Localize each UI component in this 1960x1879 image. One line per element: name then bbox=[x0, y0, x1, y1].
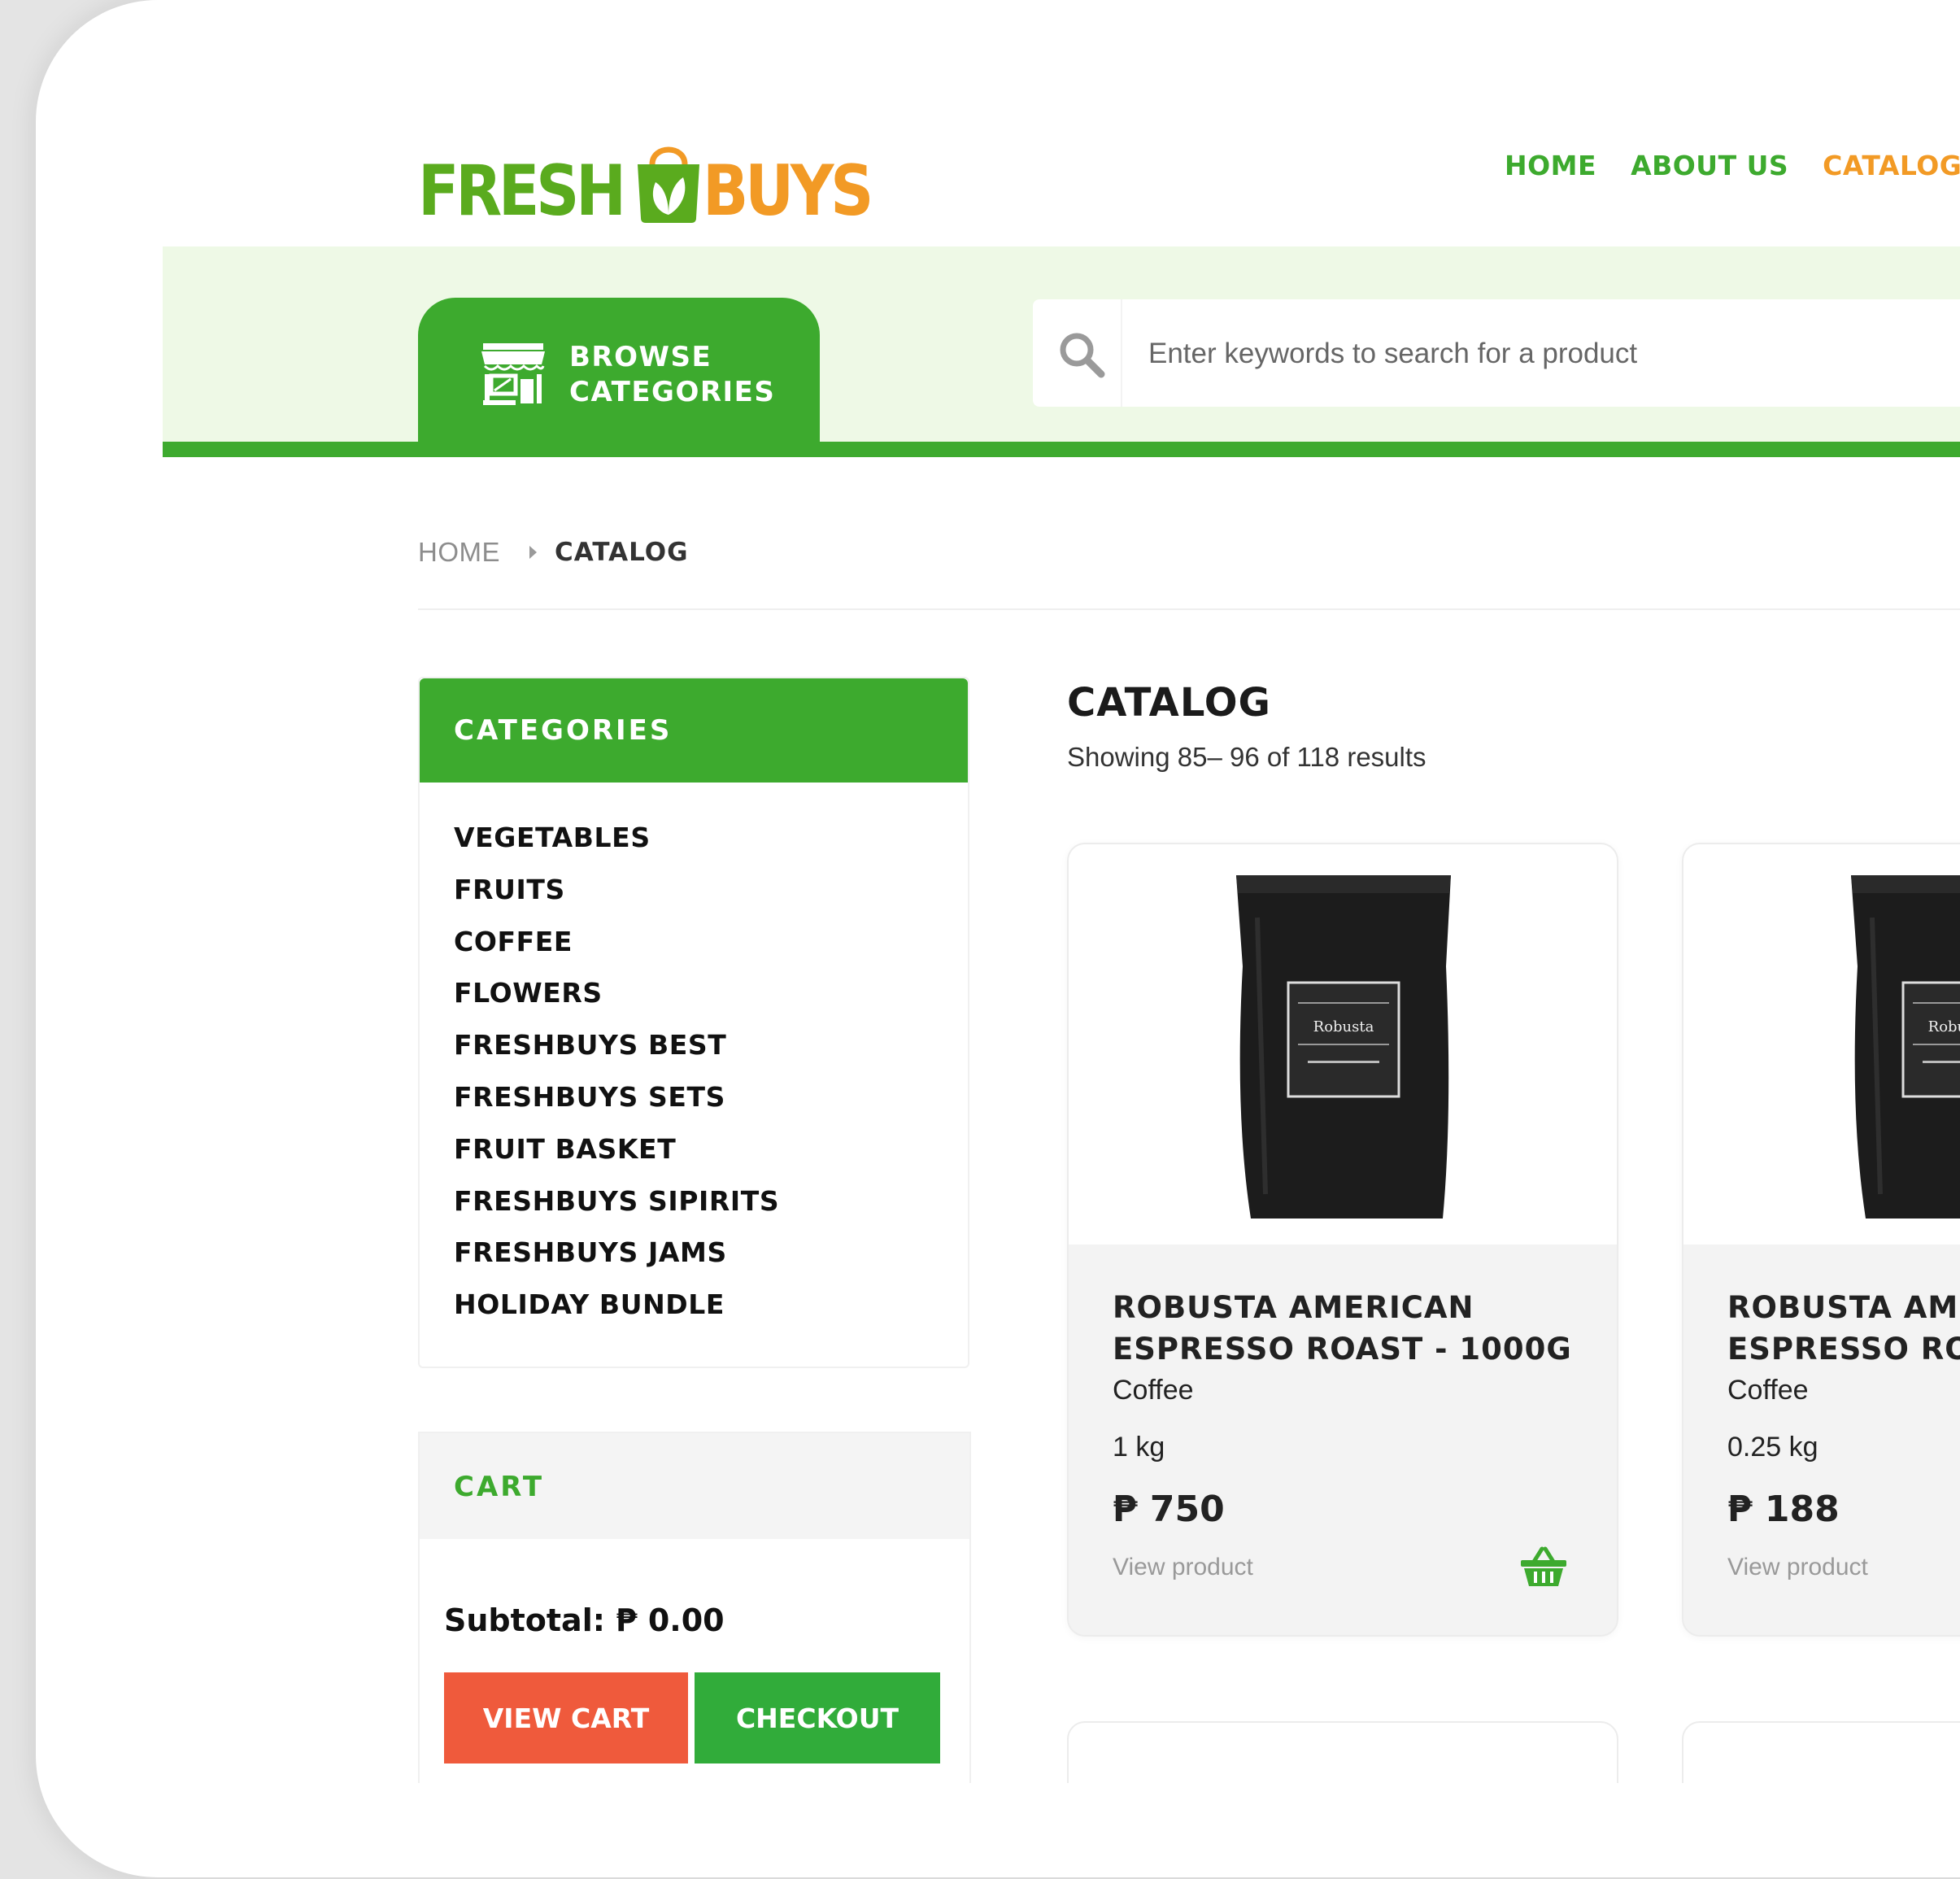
browse-line-1: BROWSE bbox=[569, 341, 712, 373]
store-icon bbox=[481, 343, 545, 405]
add-to-basket-icon[interactable] bbox=[1519, 1545, 1568, 1588]
bag-label-title: Robusta bbox=[1313, 1018, 1374, 1035]
category-list: VEGETABLES FRUITS COFFEE FLOWERS FRESHBU… bbox=[454, 820, 779, 1339]
product-card[interactable]: Robusta ROBUSTA AMERICAN ESPRESSO ROAST … bbox=[1067, 843, 1618, 1637]
product-card[interactable] bbox=[1682, 1721, 1960, 1783]
category-item[interactable]: FLOWERS bbox=[454, 975, 779, 1027]
cart-header: CART bbox=[420, 1433, 969, 1539]
category-item[interactable]: FRESHBUYS SIPIRITS bbox=[454, 1184, 779, 1236]
nav-catalog[interactable]: CATALOG bbox=[1823, 150, 1960, 181]
view-product-link[interactable]: View product bbox=[1727, 1554, 1868, 1581]
search-icon[interactable] bbox=[1057, 330, 1106, 379]
browse-categories-button[interactable]: BROWSE CATEGORIES bbox=[418, 298, 820, 443]
cart-subtotal: Subtotal: ₱ 0.00 bbox=[444, 1602, 725, 1638]
product-image[interactable]: Robusta bbox=[1683, 844, 1960, 1245]
category-item[interactable]: FRESHBUYS JAMS bbox=[454, 1235, 779, 1287]
product-price: ₱ 188 bbox=[1727, 1489, 1840, 1530]
nav-home[interactable]: HOME bbox=[1505, 150, 1596, 181]
checkout-button[interactable]: CHECKOUT bbox=[695, 1672, 940, 1763]
browse-line-2: CATEGORIES bbox=[569, 376, 776, 408]
logo-fresh-text: FRESH bbox=[418, 150, 626, 232]
product-name: ROBUSTA AMERICAN ESPRESSO ROAST bbox=[1727, 1287, 1960, 1370]
page-viewport: FRESH BUYS HOME ABOUT US CATALOG BROWSE … bbox=[36, 0, 1960, 1783]
logo-buys-text: BUYS bbox=[703, 150, 873, 232]
breadcrumb-current: CATALOG bbox=[555, 538, 689, 567]
categories-header: CATEGORIES bbox=[420, 678, 968, 783]
results-count: Showing 85– 96 of 118 results bbox=[1067, 742, 1426, 772]
product-card[interactable] bbox=[1067, 1721, 1618, 1783]
search-input[interactable] bbox=[1147, 329, 1960, 379]
product-name-line-1: ROBUSTA AMERICAN bbox=[1113, 1290, 1474, 1325]
browse-categories-label: BROWSE CATEGORIES bbox=[569, 340, 775, 410]
product-name-line-2: ESPRESSO ROAST - 1000G bbox=[1113, 1332, 1572, 1367]
cart-panel: CART Subtotal: ₱ 0.00 VIEW CART CHECKOUT bbox=[418, 1432, 971, 1783]
category-item[interactable]: FRESHBUYS SETS bbox=[454, 1079, 779, 1131]
category-item[interactable]: VEGETABLES bbox=[454, 820, 779, 872]
product-image[interactable]: Robusta bbox=[1069, 844, 1617, 1245]
categories-panel: CATEGORIES VEGETABLES FRUITS COFFEE FLOW… bbox=[418, 677, 969, 1368]
nav-about-us[interactable]: ABOUT US bbox=[1631, 150, 1788, 181]
search-divider bbox=[1121, 299, 1122, 407]
category-item[interactable]: FRUIT BASKET bbox=[454, 1131, 779, 1184]
category-item[interactable]: COFFEE bbox=[454, 924, 779, 976]
cart-title: CART bbox=[454, 1471, 545, 1503]
breadcrumb-home[interactable]: HOME bbox=[418, 537, 500, 568]
shopping-bag-leaf-icon bbox=[638, 146, 699, 223]
freshbuys-logo[interactable]: FRESH BUYS bbox=[418, 112, 873, 226]
product-card[interactable]: Robusta ROBUSTA AMERICAN ESPRESSO ROAST … bbox=[1682, 843, 1960, 1637]
page-title: CATALOG bbox=[1067, 680, 1271, 726]
search-bar bbox=[1033, 299, 1960, 407]
product-name-line-1: ROBUSTA AMERICAN bbox=[1727, 1290, 1960, 1325]
category-item[interactable]: FRESHBUYS BEST bbox=[454, 1027, 779, 1079]
view-cart-button[interactable]: VIEW CART bbox=[444, 1672, 688, 1763]
product-name-line-2: ESPRESSO ROAST bbox=[1727, 1332, 1960, 1367]
band-divider bbox=[163, 442, 1960, 457]
product-weight: 0.25 kg bbox=[1727, 1432, 1818, 1463]
product-price: ₱ 750 bbox=[1113, 1489, 1225, 1530]
product-category: Coffee bbox=[1727, 1375, 1809, 1406]
category-item[interactable]: HOLIDAY BUNDLE bbox=[454, 1287, 779, 1339]
breadcrumb-arrow-icon bbox=[529, 546, 537, 559]
main-nav: HOME ABOUT US CATALOG bbox=[1505, 150, 1960, 181]
coffee-bag-image: Robusta bbox=[1851, 875, 1960, 1219]
breadcrumb: HOME CATALOG bbox=[418, 537, 689, 568]
categories-title: CATEGORIES bbox=[454, 714, 673, 747]
view-product-link[interactable]: View product bbox=[1113, 1554, 1253, 1581]
coffee-bag-image: Robusta bbox=[1236, 875, 1451, 1219]
browser-frame: FRESH BUYS HOME ABOUT US CATALOG BROWSE … bbox=[36, 0, 1960, 1877]
product-name: ROBUSTA AMERICAN ESPRESSO ROAST - 1000G bbox=[1113, 1287, 1601, 1370]
bag-label-title: Robusta bbox=[1928, 1018, 1960, 1035]
product-weight: 1 kg bbox=[1113, 1432, 1165, 1463]
breadcrumb-rule bbox=[418, 608, 1960, 610]
product-category: Coffee bbox=[1113, 1375, 1194, 1406]
category-item[interactable]: FRUITS bbox=[454, 872, 779, 924]
